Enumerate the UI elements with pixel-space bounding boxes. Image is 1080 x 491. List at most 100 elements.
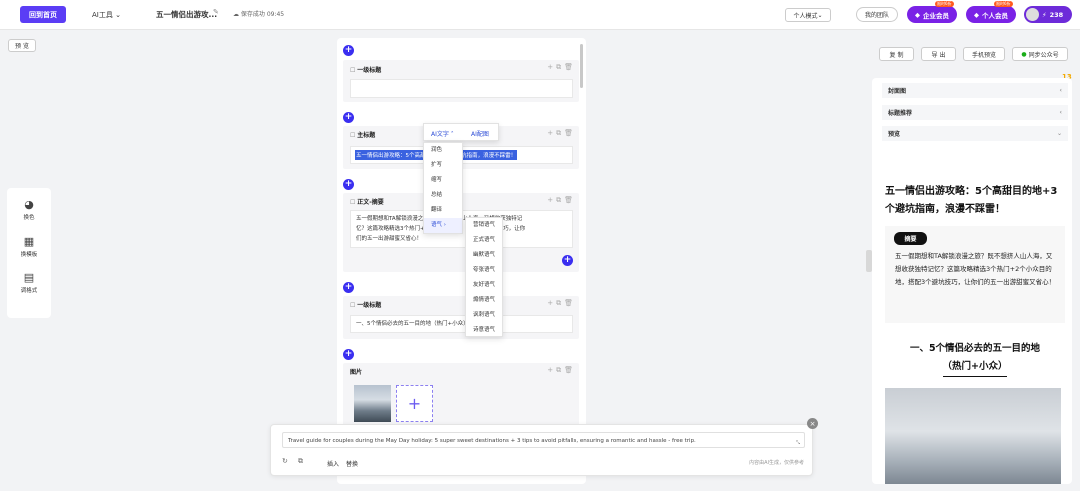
summary-box: 摘要 五一假期想和TA解锁浪漫之旅？既不想挤人山人海，又想收获独特记忆？这篇攻略…	[885, 226, 1065, 323]
save-status-text: 保存成功 09:45	[240, 11, 285, 18]
section-header-label: 一级标题	[357, 302, 382, 309]
copy-icon[interactable]: ⧉	[556, 299, 561, 308]
menu-item[interactable]: 总结	[424, 188, 462, 203]
tone-item[interactable]: 讽刺语气	[466, 308, 502, 323]
tab-ai-text[interactable]: AI文字 ˄	[431, 129, 454, 138]
copy-icon[interactable]: ⧉	[556, 196, 561, 205]
section-actions: + ⧉ 🗑	[547, 299, 573, 308]
replace-button[interactable]: 替换	[346, 459, 358, 468]
menu-item[interactable]: 润色	[424, 143, 462, 158]
doc-title[interactable]: 五一情侣出游攻...	[156, 9, 217, 20]
tool-panel: ◕ 换色 ▦ 换模板 ▤ 调格式	[7, 188, 51, 318]
section-input[interactable]	[350, 79, 573, 98]
change-color-label: 换色	[23, 215, 35, 221]
menu-item[interactable]: 扩写	[424, 158, 462, 173]
delete-icon[interactable]: 🗑	[564, 63, 573, 72]
delete-icon[interactable]: 🗑	[564, 366, 573, 375]
chevron-down-icon: ⌄	[1056, 130, 1062, 137]
add-icon[interactable]: +	[547, 63, 553, 72]
delete-icon[interactable]: 🗑	[564, 196, 573, 205]
add-block-button[interactable]: +	[343, 112, 354, 123]
copy-icon[interactable]: ⧉	[556, 63, 561, 72]
copy-icon[interactable]: ⧉	[556, 129, 561, 138]
resize-handle-icon[interactable]: ⤡	[796, 440, 800, 446]
delete-icon[interactable]: 🗑	[564, 129, 573, 138]
format-icon: ▤	[23, 271, 35, 284]
preview-heading-line1: 一、5个情侣必去的五一目的地	[909, 343, 1041, 354]
tone-item[interactable]: 幽默语气	[466, 248, 502, 263]
my-team-button[interactable]: 我的团队	[856, 7, 898, 22]
editor-scrollbar[interactable]	[580, 44, 583, 88]
personal-member-button[interactable]: ◆ 个人会员	[966, 6, 1016, 23]
diamond-icon: ◆	[974, 10, 979, 19]
tone-item[interactable]: 夸张语气	[466, 263, 502, 278]
add-image-button[interactable]: +	[396, 385, 433, 422]
menu-item[interactable]: 翻译	[424, 203, 462, 218]
add-icon[interactable]: +	[547, 129, 553, 138]
section-header-label: 图片	[350, 369, 363, 376]
tone-submenu: 营销语气 正式语气 幽默语气 夸张语气 友好语气 煽情语气 讽刺语气 诗意语气	[465, 217, 503, 337]
add-icon[interactable]: +	[547, 366, 553, 375]
ai-tools-menu[interactable]: AI工具 ⌄	[92, 10, 121, 20]
avatar[interactable]	[1026, 8, 1039, 21]
tone-item[interactable]: 正式语气	[466, 233, 502, 248]
tone-item[interactable]: 友好语气	[466, 278, 502, 293]
mobile-preview-button[interactable]: 手机预览	[963, 47, 1005, 61]
add-block-button[interactable]: +	[343, 349, 354, 360]
cover-label: 封面图	[888, 88, 907, 95]
enterprise-member-button[interactable]: ◆ 企业会员	[907, 6, 957, 23]
tone-item[interactable]: 煽情语气	[466, 293, 502, 308]
lightning-icon: ⚡	[1042, 10, 1047, 19]
mode-select[interactable]: 个人模式 ⌄	[785, 8, 831, 22]
title-recommend-row[interactable]: 标题推荐 ‹	[882, 105, 1068, 120]
change-color-tool[interactable]: ◕ 换色	[7, 198, 51, 221]
add-icon[interactable]: +	[547, 299, 553, 308]
ai-menu-tabs: AI文字 ˄ AI配图	[423, 123, 499, 141]
tone-item[interactable]: 诗意语气	[466, 323, 502, 338]
preview-title: 五一情侣出游攻略：5个高甜目的地+3个避坑指南，浪漫不踩雷！	[885, 186, 1058, 215]
chevron-left-icon: ‹	[1059, 109, 1062, 116]
delete-icon[interactable]: 🗑	[564, 299, 573, 308]
insert-button[interactable]: 插入	[327, 459, 339, 468]
close-icon[interactable]: ×	[807, 418, 818, 429]
copy-icon[interactable]: ⧉	[556, 366, 561, 375]
template-icon: ▦	[23, 235, 35, 248]
add-block-button[interactable]: +	[343, 179, 354, 190]
menu-item[interactable]: 缩写	[424, 173, 462, 188]
home-button[interactable]: 回到首页	[20, 6, 66, 23]
preview-row-label: 预览	[888, 131, 901, 138]
section-card: 图片 + ⧉ 🗑 +	[343, 363, 579, 427]
preview-row[interactable]: 预览 ⌄	[882, 126, 1068, 141]
edit-pencil-icon[interactable]: ✎	[213, 8, 219, 16]
ai-text-menu: 润色 扩写 缩写 总结 翻译 语气 ›	[423, 142, 463, 234]
chevron-right-icon: ›	[442, 222, 446, 228]
palette-icon: ◕	[24, 198, 34, 211]
adjust-format-tool[interactable]: ▤ 调格式	[7, 271, 51, 294]
preview-button[interactable]: 预 览	[8, 39, 36, 52]
add-block-button[interactable]: +	[343, 282, 354, 293]
ai-output-text: Travel guide for couples during the May …	[288, 438, 696, 444]
refresh-icon[interactable]: ↻	[282, 457, 288, 465]
personal-discount-badge: 限时6折	[994, 1, 1013, 7]
cover-row[interactable]: 封面图 ‹	[882, 83, 1068, 98]
add-block-button[interactable]: +	[343, 45, 354, 56]
sync-wechat-button[interactable]: ● 同步公众号	[1012, 47, 1068, 61]
add-inline-button[interactable]: +	[562, 255, 573, 266]
copy-button[interactable]: 复 制	[879, 47, 914, 61]
change-template-tool[interactable]: ▦ 换模板	[7, 235, 51, 258]
image-thumbnail[interactable]	[354, 385, 391, 422]
tab-ai-image[interactable]: AI配图	[471, 129, 489, 138]
heading-text: 一、5个情侣必去的五一目的地（热门+小众）	[356, 321, 469, 327]
menu-item-tone[interactable]: 语气 ›	[424, 218, 462, 233]
tone-item[interactable]: 营销语气	[466, 218, 502, 233]
chevron-down-icon: ⌄	[112, 11, 121, 19]
ai-output-bar: Travel guide for couples during the May …	[270, 424, 813, 476]
add-icon[interactable]: +	[547, 196, 553, 205]
export-button[interactable]: 导 出	[921, 47, 956, 61]
mode-select-value: 个人模式	[793, 12, 818, 20]
heading-input[interactable]: 一、5个情侣必去的五一目的地（热门+小众）	[350, 315, 573, 333]
user-points[interactable]: ⚡ 238	[1024, 6, 1072, 23]
ai-output-box[interactable]: Travel guide for couples during the May …	[282, 432, 805, 448]
copy-icon[interactable]: ⧉	[298, 457, 303, 466]
section-card: ☐ 一级标题 + ⧉ 🗑	[343, 60, 579, 102]
